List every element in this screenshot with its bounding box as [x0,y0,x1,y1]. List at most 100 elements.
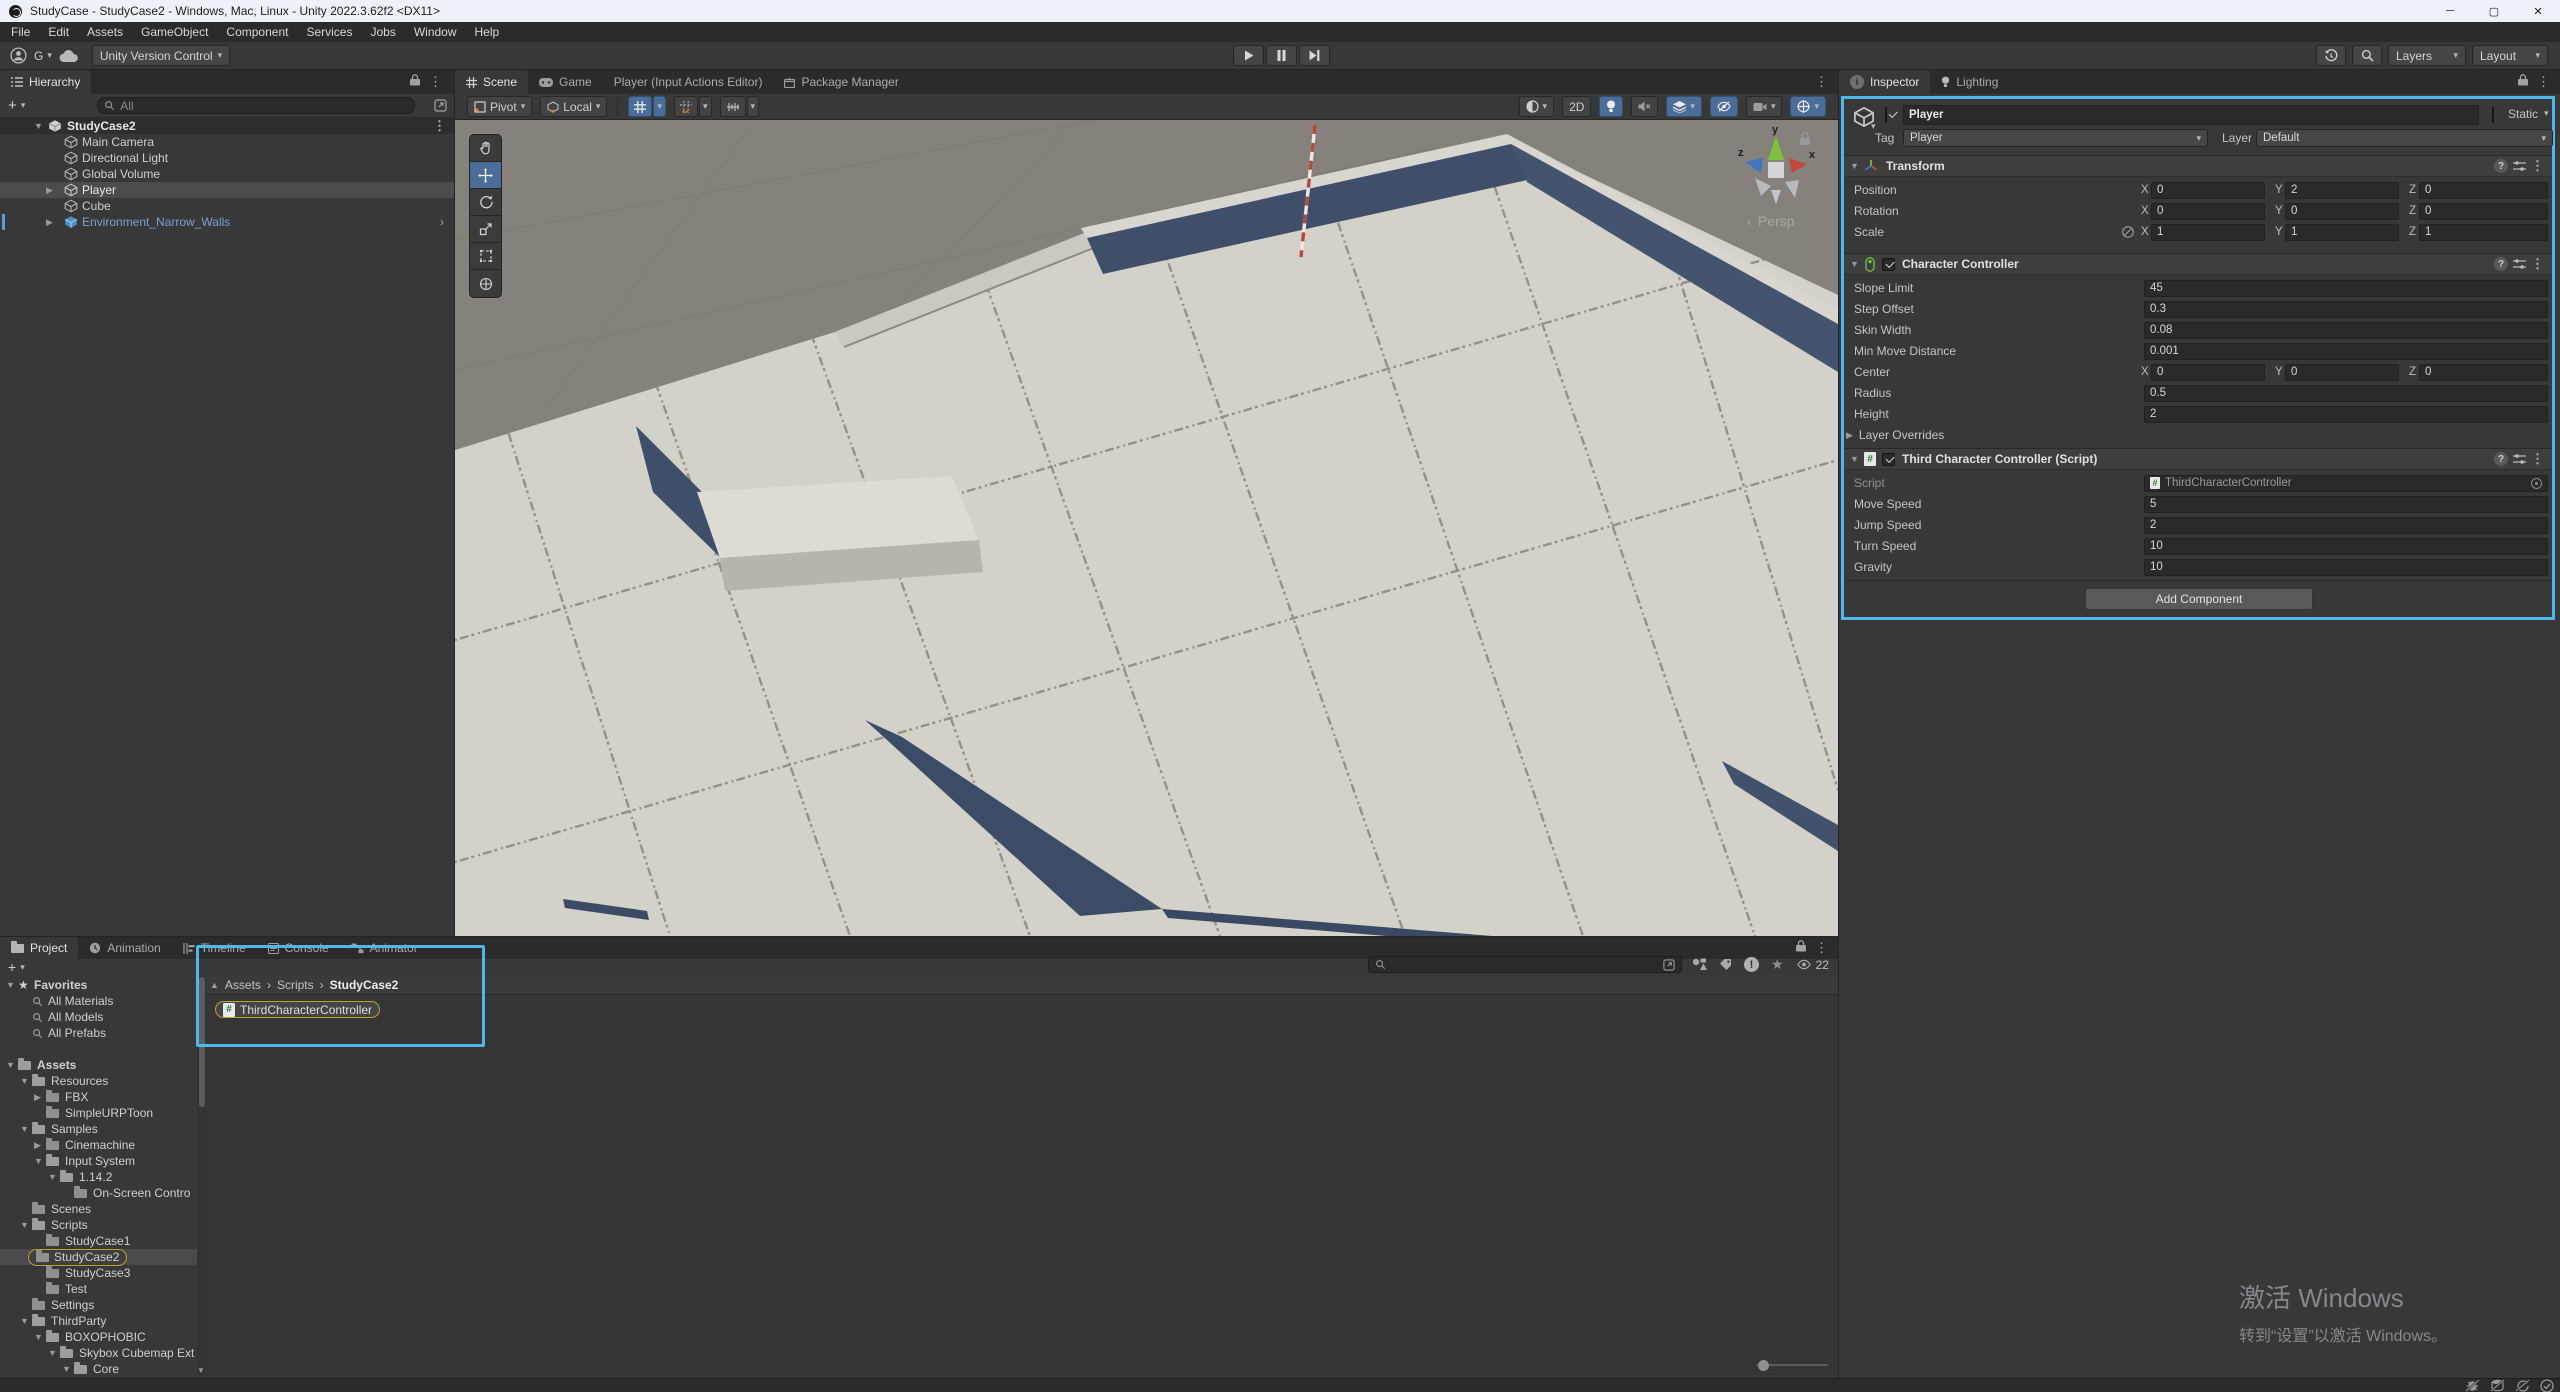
foldout-closed-icon[interactable]: ▶ [1846,430,1853,441]
radius-field[interactable]: 0.5 [2144,385,2548,402]
scene-visibility-icon[interactable] [434,99,447,112]
increment-snap-toggle[interactable] [674,96,698,117]
chevron-down-icon[interactable]: ▾ [20,962,25,973]
tab-package-manager[interactable]: Package Manager [773,70,909,94]
object-picker-icon[interactable] [2531,478,2542,489]
presets-icon[interactable] [2513,258,2526,270]
2d-toggle[interactable]: 2D [1562,96,1591,117]
breadcrumb-studycase2[interactable]: StudyCase2 [330,978,399,992]
rename-pill[interactable]: StudyCase2 [28,1249,127,1266]
alert-icon[interactable]: ! [1744,957,1759,972]
favorites-star-icon[interactable]: ★ [1771,956,1784,973]
foldout-open-icon[interactable]: ▼ [48,1348,57,1358]
minimize-button[interactable]: ─ [2428,0,2472,22]
add-component-button[interactable]: Add Component [2085,588,2313,610]
jump-speed-field[interactable]: 2 [2144,517,2548,534]
scale-z-field[interactable]: 1 [2419,224,2548,241]
position-z-field[interactable]: 0 [2419,182,2548,199]
foldout-closed-icon[interactable]: ▶ [34,1140,41,1151]
gizmos-dropdown[interactable]: ▾ [1790,96,1826,117]
hierarchy-item-cube[interactable]: Cube [0,198,454,214]
undo-history-button[interactable] [2316,45,2346,66]
turn-speed-field[interactable]: 10 [2144,538,2548,555]
layer-dropdown[interactable]: Default▾ [2256,129,2553,147]
hierarchy-item-environment-narrow-walls[interactable]: ▶ Environment_Narrow_Walls › [0,214,454,230]
collapse-icon[interactable]: ▲ [210,980,219,990]
foldout-open-icon[interactable]: ▼ [20,1076,29,1086]
maximize-button[interactable]: ▢ [2472,0,2516,22]
tab-project[interactable]: Project [0,937,78,959]
rotation-z-field[interactable]: 0 [2419,203,2548,220]
center-z-field[interactable]: 0 [2419,364,2548,381]
foldout-open-icon[interactable]: ▼ [1850,259,1859,269]
shading-mode-dropdown[interactable]: ▾ [1519,96,1555,117]
status-ok-icon[interactable] [2540,1379,2554,1392]
slope-limit-field[interactable]: 45 [2144,280,2548,297]
hierarchy-item-directional-light[interactable]: Directional Light [0,150,454,166]
tree-row-simpleurptoon[interactable]: SimpleURPToon [0,1105,197,1121]
scene-visibility-toggle[interactable] [1710,96,1738,117]
grid-snap-options[interactable]: ▾ [653,96,666,117]
center-y-field[interactable]: 0 [2285,364,2399,381]
pause-button[interactable] [1266,45,1297,66]
move-speed-field[interactable]: 5 [2144,496,2548,513]
increment-snap-options[interactable]: ▾ [699,96,712,117]
axis-z-label[interactable]: z [1738,147,1744,159]
tab-timeline[interactable]: Timeline [172,937,257,959]
layout-dropdown[interactable]: Layout▾ [2472,45,2548,66]
scene-viewport[interactable]: y x z ‹ Persp [455,120,1838,936]
asset-thirdcharactercontroller[interactable]: # ThirdCharacterController [215,1001,380,1018]
audio-mute-toggle[interactable] [1631,96,1658,117]
tab-lighting[interactable]: Lighting [1930,70,2009,94]
chevron-down-icon[interactable]: ▾ [21,100,26,111]
hierarchy-item-player[interactable]: ▶ Player [0,182,454,198]
active-checkbox[interactable] [1885,107,1887,123]
foldout-open-icon[interactable]: ▼ [6,1060,15,1070]
search-by-label-icon[interactable] [1719,958,1732,971]
menu-services[interactable]: Services [297,25,361,39]
kebab-menu-icon[interactable]: ⋮ [2537,74,2550,90]
tab-input-actions-editor[interactable]: Player (Input Actions Editor) [603,70,774,94]
help-icon[interactable]: ? [2494,257,2508,271]
visibility-toggle[interactable]: 22 [1796,958,1829,972]
hierarchy-scene-row[interactable]: ▼ StudyCase2 ⋮ [0,118,454,134]
chevron-down-icon[interactable]: ▾ [2544,108,2549,119]
tab-console[interactable]: Console [257,937,340,959]
tree-row-all-prefabs[interactable]: All Prefabs [0,1025,197,1041]
tree-row-all-materials[interactable]: All Materials [0,993,197,1009]
scale-x-field[interactable]: 1 [2151,224,2265,241]
component-enabled-checkbox[interactable] [1882,453,1895,466]
tab-inspector[interactable]: i Inspector [1839,70,1930,94]
foldout-open-icon[interactable]: ▼ [6,980,15,990]
gravity-field[interactable]: 10 [2144,559,2548,576]
tree-row-samples[interactable]: ▼Samples [0,1121,197,1137]
tab-animator[interactable]: Animator [340,937,429,959]
tree-row-cinemachine[interactable]: ▶Cinemachine [0,1137,197,1153]
tree-row-settings[interactable]: Settings [0,1297,197,1313]
scale-y-field[interactable]: 1 [2285,224,2399,241]
tree-row-test[interactable]: Test [0,1281,197,1297]
prefab-open-chevron[interactable]: › [440,215,444,229]
hierarchy-search-input[interactable]: All [97,97,415,114]
scroll-down-arrow[interactable]: ▼ [197,1366,205,1375]
min-move-distance-field[interactable]: 0.001 [2144,343,2548,360]
tree-scrollbar[interactable]: ▼ [197,975,206,1375]
cloud-icon[interactable] [59,49,79,63]
menu-window[interactable]: Window [405,25,466,39]
view-tool-button[interactable] [470,135,501,162]
position-y-field[interactable]: 2 [2285,182,2399,199]
rotate-tool-button[interactable] [470,189,501,216]
tree-row-core[interactable]: ▼Core [0,1361,197,1375]
foldout-open-icon[interactable]: ▼ [20,1124,29,1134]
foldout-closed-icon[interactable]: ▶ [46,185,53,196]
lock-icon[interactable] [2518,74,2528,89]
axis-x-label[interactable]: x [1809,149,1816,161]
foldout-open-icon[interactable]: ▼ [1850,161,1859,171]
space-toggle[interactable]: Local▾ [540,96,607,117]
cache-disabled-icon[interactable] [2490,1379,2505,1392]
rotation-x-field[interactable]: 0 [2151,203,2265,220]
tab-scene[interactable]: Scene [455,70,528,94]
gameobject-name-field[interactable]: Player [1903,105,2479,125]
pivot-toggle[interactable]: Pivot▾ [467,96,532,117]
account-menu[interactable]: G▾ [34,49,52,63]
